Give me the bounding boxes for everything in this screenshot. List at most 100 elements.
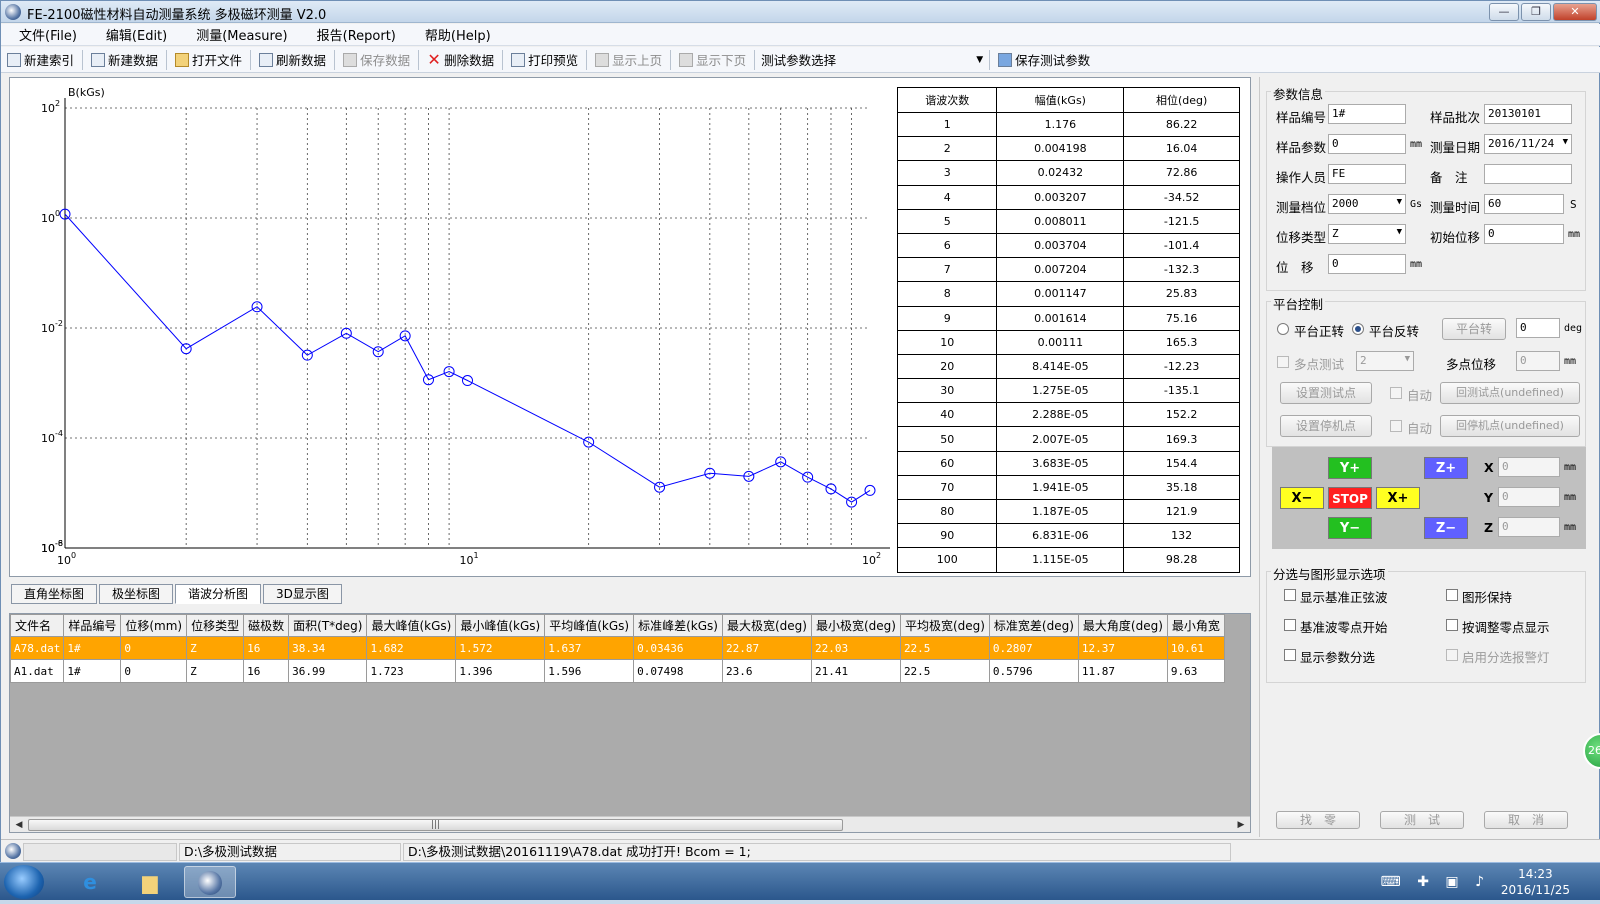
data-grid-header[interactable]: 位移类型 <box>186 614 245 637</box>
horizontal-scrollbar[interactable]: ◀ ||| ▶ <box>10 816 1250 832</box>
title-bar[interactable]: FE-2100磁性材料自动测量系统 多极磁环测量 V2.0 — ❐ ✕ <box>1 1 1600 23</box>
data-grid-header[interactable]: 平均峰值(kGs) <box>544 614 635 637</box>
sample-no-input[interactable]: 1# <box>1328 104 1406 124</box>
app-taskbar-icon[interactable] <box>184 866 236 898</box>
folder-icon[interactable]: ▆ <box>124 866 176 898</box>
y-coord-input[interactable]: 0 <box>1498 487 1560 507</box>
data-grid-row[interactable]: A1.dat 1# 0 Z 16 36.99 1.723 1.396 1.596 0.07498 2… <box>10 659 1225 683</box>
operator-input[interactable]: FE <box>1328 164 1406 184</box>
range-select[interactable]: 2000 ▼ <box>1328 194 1406 214</box>
save-params-button[interactable]: 保存测试参数 <box>992 49 1096 71</box>
harmonic-row: 80 1.187E-05 121.9 <box>896 498 1240 525</box>
y-plus-button[interactable]: Y+ <box>1328 457 1372 479</box>
scroll-thumb[interactable]: ||| <box>28 819 843 831</box>
time-input[interactable]: 60 <box>1484 194 1564 214</box>
menu-measure[interactable]: 测量(Measure) <box>178 25 298 44</box>
start-button[interactable] <box>4 865 44 899</box>
forward-radio[interactable] <box>1277 323 1289 335</box>
data-grid-row[interactable]: A78.dat 1# 0 Z 16 38.34 1.682 1.572 1.637 0.03436… <box>10 636 1225 660</box>
std-sine-checkbox[interactable] <box>1284 589 1296 601</box>
disp-type-select[interactable]: Z ▼ <box>1328 224 1406 244</box>
multi-test-checkbox[interactable] <box>1277 356 1289 368</box>
system-tray[interactable]: ⌨ ✚ ▣ ♪ <box>1381 874 1490 890</box>
adjusted-zero-checkbox[interactable] <box>1446 619 1458 631</box>
init-disp-input[interactable]: 0 <box>1484 224 1564 244</box>
tab-harmonic[interactable]: 谐波分析图 <box>175 584 262 604</box>
x-plus-button[interactable]: X+ <box>1376 487 1420 509</box>
data-grid-header[interactable]: 样品编号 <box>63 614 122 637</box>
next-page-button[interactable]: 显示下页 <box>673 49 752 71</box>
back-test-point-button[interactable]: 回测试点(undefined) <box>1440 382 1580 404</box>
menu-edit[interactable]: 编辑(Edit) <box>88 25 178 44</box>
z-plus-button[interactable]: Z+ <box>1424 457 1468 479</box>
graph-hold-checkbox[interactable] <box>1446 589 1458 601</box>
test-button[interactable]: 测 试 <box>1380 811 1464 829</box>
data-grid-header[interactable]: 最小峰值(kGs) <box>455 614 546 637</box>
find-zero-button[interactable]: 找 零 <box>1276 811 1360 829</box>
ref-zero-checkbox[interactable] <box>1284 619 1296 631</box>
sample-param-label: 样品参数 <box>1276 140 1327 155</box>
data-grid-header[interactable]: 最小极宽(deg) <box>810 614 901 637</box>
harmonic-cell: 0.02432 <box>996 160 1125 186</box>
menu-report[interactable]: 报告(Report) <box>299 25 407 44</box>
data-grid-header[interactable]: 最大角度(deg) <box>1077 614 1168 637</box>
data-grid-header[interactable]: 磁极数 <box>243 614 290 637</box>
multi-count-select[interactable]: 2 ▼ <box>1356 351 1414 371</box>
ie-icon[interactable]: e <box>64 866 116 898</box>
data-grid-header[interactable]: 位移(mm) <box>120 614 188 637</box>
reverse-radio[interactable] <box>1352 323 1364 335</box>
save-data-button[interactable]: 保存数据 <box>337 49 416 71</box>
refresh-data-label: 刷新数据 <box>276 53 327 68</box>
data-grid-header[interactable]: 标准峰差(kGs) <box>633 614 723 637</box>
auto-stop-checkbox[interactable] <box>1390 420 1402 432</box>
set-test-point-button[interactable]: 设置测试点 <box>1280 382 1372 404</box>
refresh-data-button[interactable]: 刷新数据 <box>253 49 332 71</box>
rotate-button[interactable]: 平台转 <box>1442 318 1506 340</box>
scroll-right-icon[interactable]: ▶ <box>1234 818 1248 832</box>
menu-help[interactable]: 帮助(Help) <box>407 25 502 44</box>
date-picker[interactable]: 2016/11/24 ▼ <box>1484 134 1572 154</box>
minimize-button[interactable]: — <box>1489 3 1519 21</box>
print-preview-button[interactable]: 打印预览 <box>505 49 584 71</box>
data-grid-header[interactable]: 标准宽差(deg) <box>988 614 1079 637</box>
data-grid-header[interactable]: 文件名 <box>10 614 65 637</box>
scroll-left-icon[interactable]: ◀ <box>12 818 26 832</box>
disp-input[interactable]: 0 <box>1328 254 1406 274</box>
data-grid-header[interactable]: 平均极宽(deg) <box>899 614 990 637</box>
auto-test-checkbox[interactable] <box>1390 387 1402 399</box>
data-grid-header[interactable]: 面积(T*deg) <box>288 614 368 637</box>
back-stop-point-button[interactable]: 回停机点(undefined) <box>1440 415 1580 437</box>
set-stop-point-button[interactable]: 设置停机点 <box>1280 415 1372 437</box>
sort-alarm-checkbox[interactable] <box>1446 649 1458 661</box>
z-coord-input[interactable]: 0 <box>1498 517 1560 537</box>
data-grid-header[interactable]: 最小角宽 <box>1166 614 1225 637</box>
new-index-button[interactable]: 新建索引 <box>1 49 80 71</box>
y-minus-button[interactable]: Y− <box>1328 517 1372 539</box>
x-coord-input[interactable]: 0 <box>1498 457 1560 477</box>
x-minus-button[interactable]: X− <box>1280 487 1324 509</box>
prev-page-button[interactable]: 显示上页 <box>589 49 668 71</box>
tab-cartesian[interactable]: 直角坐标图 <box>11 584 98 604</box>
show-sort-checkbox[interactable] <box>1284 649 1296 661</box>
data-grid-header[interactable]: 最大极宽(deg) <box>721 614 812 637</box>
clock[interactable]: 14:23 2016/11/25 <box>1501 866 1570 898</box>
z-minus-button[interactable]: Z− <box>1424 517 1468 539</box>
restore-button[interactable]: ❐ <box>1521 3 1551 21</box>
cancel-button[interactable]: 取 消 <box>1484 811 1568 829</box>
rotate-input[interactable]: 0 <box>1516 318 1560 338</box>
data-grid-header[interactable]: 最大峰值(kGs) <box>366 614 457 637</box>
param-select-dropdown[interactable]: 测试参数选择 ▼ <box>757 50 987 70</box>
batch-input[interactable]: 20130101 <box>1484 104 1572 124</box>
open-file-button[interactable]: 打开文件 <box>169 49 248 71</box>
sample-param-input[interactable]: 0 <box>1328 134 1406 154</box>
close-button[interactable]: ✕ <box>1553 3 1597 21</box>
stop-button[interactable]: STOP <box>1328 487 1372 509</box>
harmonic-cell: 1.115E-05 <box>996 547 1125 573</box>
tab-3d[interactable]: 3D显示图 <box>263 584 342 604</box>
new-data-button[interactable]: 新建数据 <box>85 49 164 71</box>
remark-input[interactable] <box>1484 164 1572 184</box>
tab-polar[interactable]: 极坐标图 <box>99 584 174 604</box>
menu-file[interactable]: 文件(File) <box>1 25 88 44</box>
delete-data-button[interactable]: ✕ 删除数据 <box>421 49 500 71</box>
multi-disp-input[interactable]: 0 <box>1516 351 1560 371</box>
